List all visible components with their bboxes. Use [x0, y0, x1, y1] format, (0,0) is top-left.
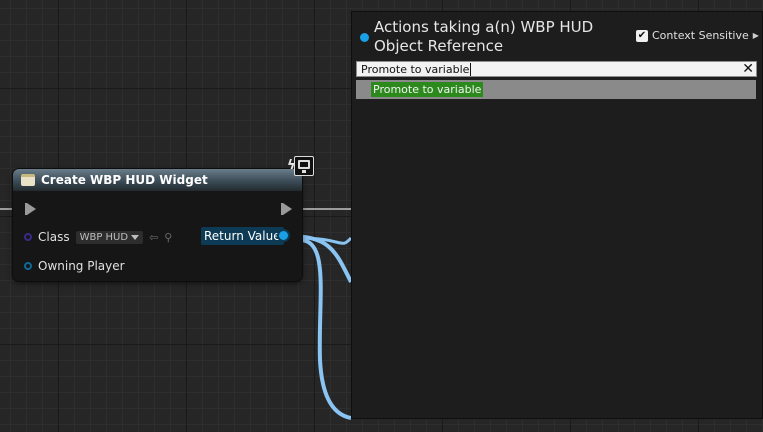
close-icon[interactable]: ✕: [742, 61, 754, 77]
exec-out-pin[interactable]: [281, 203, 292, 215]
chevron-down-icon: [131, 234, 140, 240]
search-text: Promote to variable: [361, 63, 470, 76]
class-pin[interactable]: [24, 233, 32, 241]
search-icon[interactable]: ⚲: [164, 231, 172, 244]
actions-popup[interactable]: Actions taking a(n) WBP HUD Object Refer…: [351, 11, 763, 419]
widget-icon: [21, 174, 35, 186]
search-input[interactable]: Promote to variable ✕: [356, 61, 757, 77]
class-value: WBP HUD: [79, 231, 129, 243]
class-pin-row: Class WBP HUD ⇦ ⚲: [24, 230, 172, 244]
context-sensitive-toggle[interactable]: ✔ Context Sensitive ▶: [636, 29, 759, 42]
arrow-left-icon[interactable]: ⇦: [149, 231, 158, 244]
owning-player-label: Owning Player: [38, 259, 125, 273]
checkbox-icon[interactable]: ✔: [636, 29, 648, 42]
popup-title: Actions taking a(n) WBP HUD Object Refer…: [374, 18, 594, 55]
node-title: Create WBP HUD Widget: [41, 173, 208, 187]
chevron-right-icon[interactable]: ▶: [753, 31, 759, 40]
result-row[interactable]: Promote to variable: [356, 80, 756, 99]
result-item[interactable]: Promote to variable: [371, 82, 484, 97]
return-value-pin[interactable]: [279, 231, 288, 240]
class-label: Class: [38, 230, 70, 244]
monitor-icon: [294, 156, 314, 176]
exec-in-pin[interactable]: [25, 203, 36, 215]
owning-player-pin[interactable]: [24, 262, 32, 270]
object-pin-icon: [360, 33, 369, 42]
text-cursor: [470, 63, 472, 76]
return-value-label: Return Value: [201, 227, 284, 245]
node-header[interactable]: Create WBP HUD Widget: [13, 169, 302, 191]
class-dropdown[interactable]: WBP HUD: [75, 230, 144, 244]
owning-player-row: Owning Player: [24, 259, 125, 273]
context-sensitive-label: Context Sensitive: [652, 29, 749, 42]
